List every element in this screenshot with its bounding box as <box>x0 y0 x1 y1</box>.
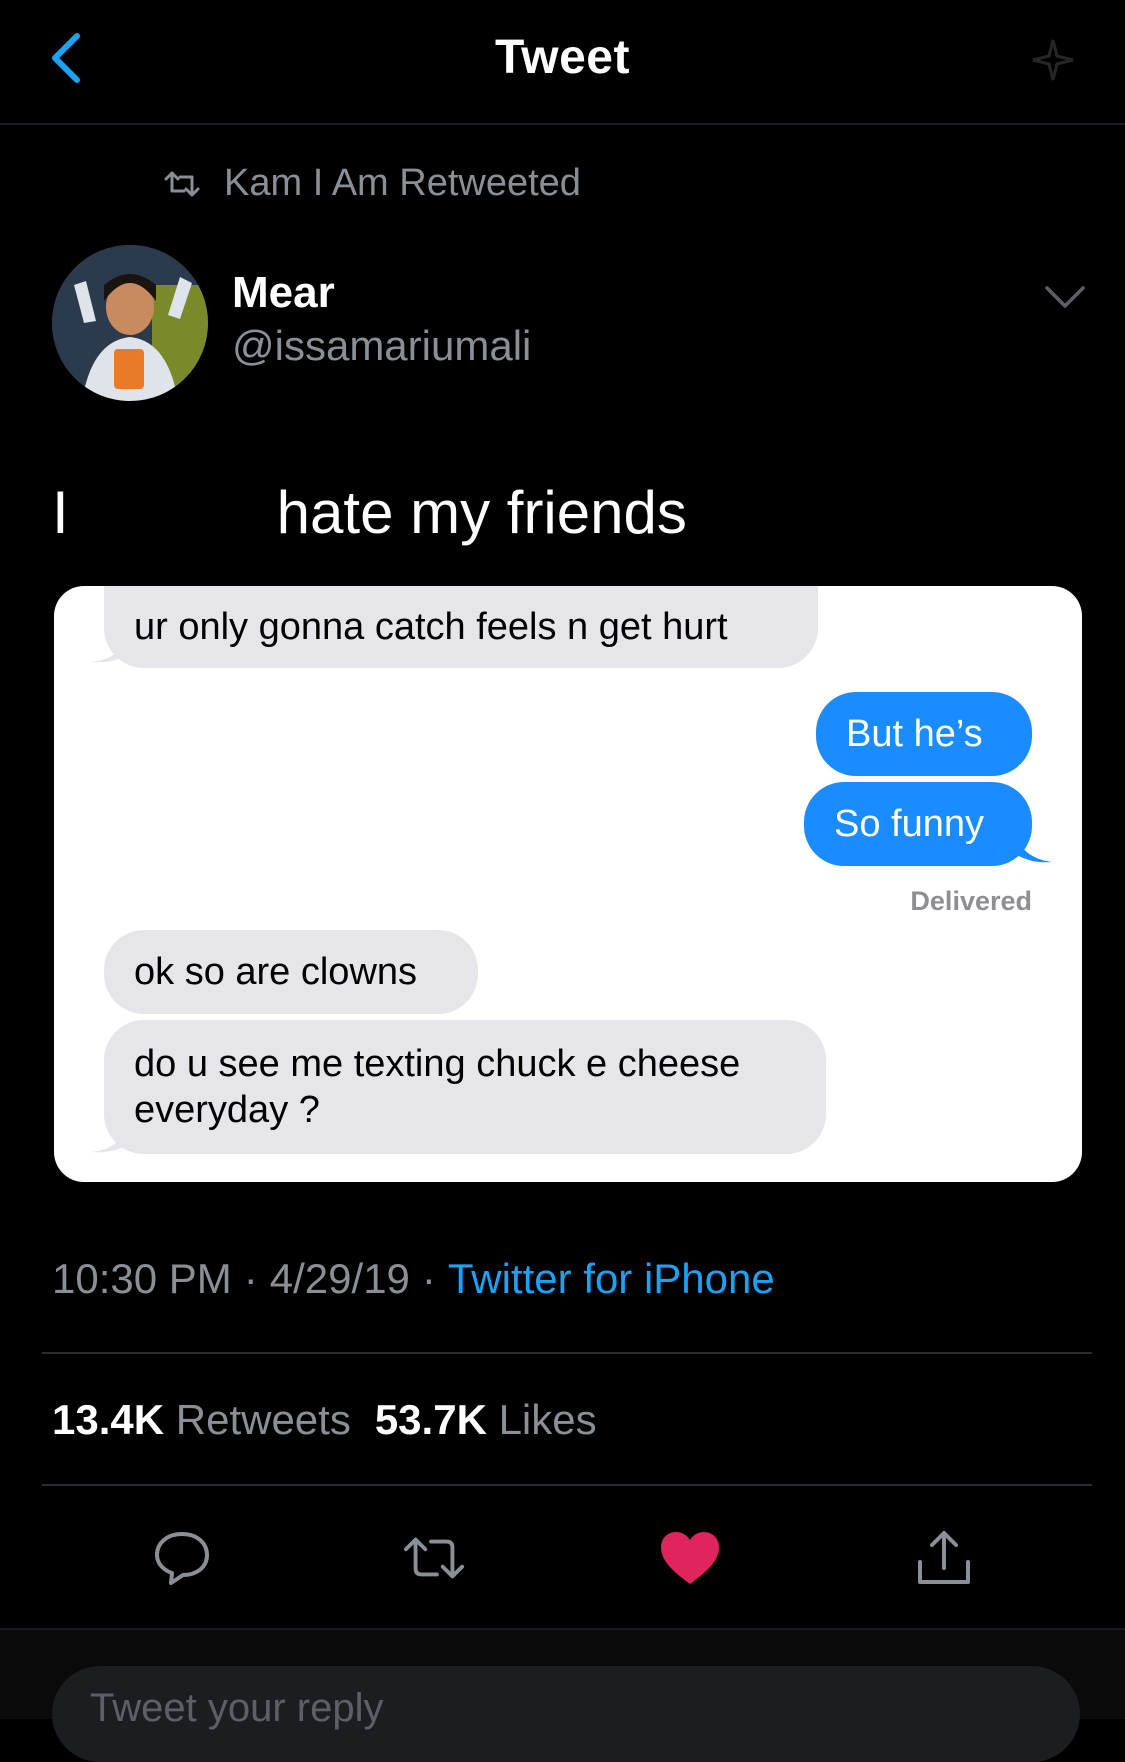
reply-bar: Tweet your reply <box>0 1628 1125 1762</box>
message-text: ur only gonna catch feels n get hurt <box>134 606 728 648</box>
sparkle-icon[interactable] <box>1031 38 1075 82</box>
message-bubble-sent: So funny <box>804 782 1032 866</box>
avatar-photo <box>52 245 208 401</box>
tweet-text: Ihate my friends <box>52 478 687 547</box>
like-button[interactable] <box>658 1526 722 1590</box>
avatar[interactable] <box>52 245 208 401</box>
divider <box>42 1352 1092 1354</box>
message-text: But he’s <box>846 713 983 755</box>
reply-input[interactable]: Tweet your reply <box>52 1666 1080 1762</box>
likes-stat[interactable]: 53.7K Likes <box>375 1396 597 1443</box>
message-bubble-sent: But he’s <box>816 692 1032 776</box>
message-bubble-received: ur only gonna catch feels n get hurt <box>104 586 818 668</box>
tweet-meta: 10:30 PM · 4/29/19 · Twitter for iPhone <box>52 1255 775 1302</box>
message-status: Delivered <box>910 886 1032 916</box>
divider <box>42 1484 1092 1486</box>
message-bubble-received: do u see me texting chuck e cheese every… <box>104 1020 826 1154</box>
message-text-line: do u see me texting chuck e cheese <box>134 1043 741 1085</box>
page-title: Tweet <box>495 31 630 84</box>
author-handle[interactable]: @issamariumali <box>232 322 531 370</box>
retweet-icon <box>162 169 202 199</box>
retweet-button[interactable] <box>402 1526 466 1590</box>
retweet-icon <box>403 1537 465 1579</box>
media-image[interactable]: ur only gonna catch feels n get hurt But… <box>54 586 1082 1182</box>
tweet-text-rest: hate my friends <box>276 479 687 546</box>
heart-icon <box>661 1532 719 1584</box>
tweet-source-link[interactable]: Twitter for iPhone <box>448 1255 775 1302</box>
retweets-stat[interactable]: 13.4K Retweets <box>52 1396 351 1443</box>
share-button[interactable] <box>912 1526 976 1590</box>
retweet-context-label: Kam I Am Retweeted <box>224 162 581 204</box>
tweet-date: 4/29/19 <box>269 1255 410 1302</box>
reply-icon <box>155 1532 209 1585</box>
message-bubble-received: ok so are clowns <box>104 930 478 1014</box>
nav-bar: Tweet <box>0 0 1125 125</box>
retweet-context[interactable]: Kam I Am Retweeted <box>162 162 581 205</box>
author-name[interactable]: Mear <box>232 268 335 318</box>
share-icon <box>918 1531 970 1584</box>
message-text: So funny <box>834 803 984 845</box>
tweet-time: 10:30 PM <box>52 1255 232 1302</box>
bubble-tail <box>92 1124 132 1153</box>
bubble-tail <box>1012 834 1052 863</box>
action-bar <box>0 1510 1125 1600</box>
tweet-stats: 13.4K Retweets 53.7K Likes <box>52 1396 597 1444</box>
chevron-down-icon[interactable] <box>1043 282 1087 312</box>
message-text: ok so are clowns <box>134 951 418 993</box>
tweet-text-word: I <box>52 479 69 546</box>
message-text-line: everyday ? <box>134 1089 320 1131</box>
reply-button[interactable] <box>150 1526 214 1590</box>
